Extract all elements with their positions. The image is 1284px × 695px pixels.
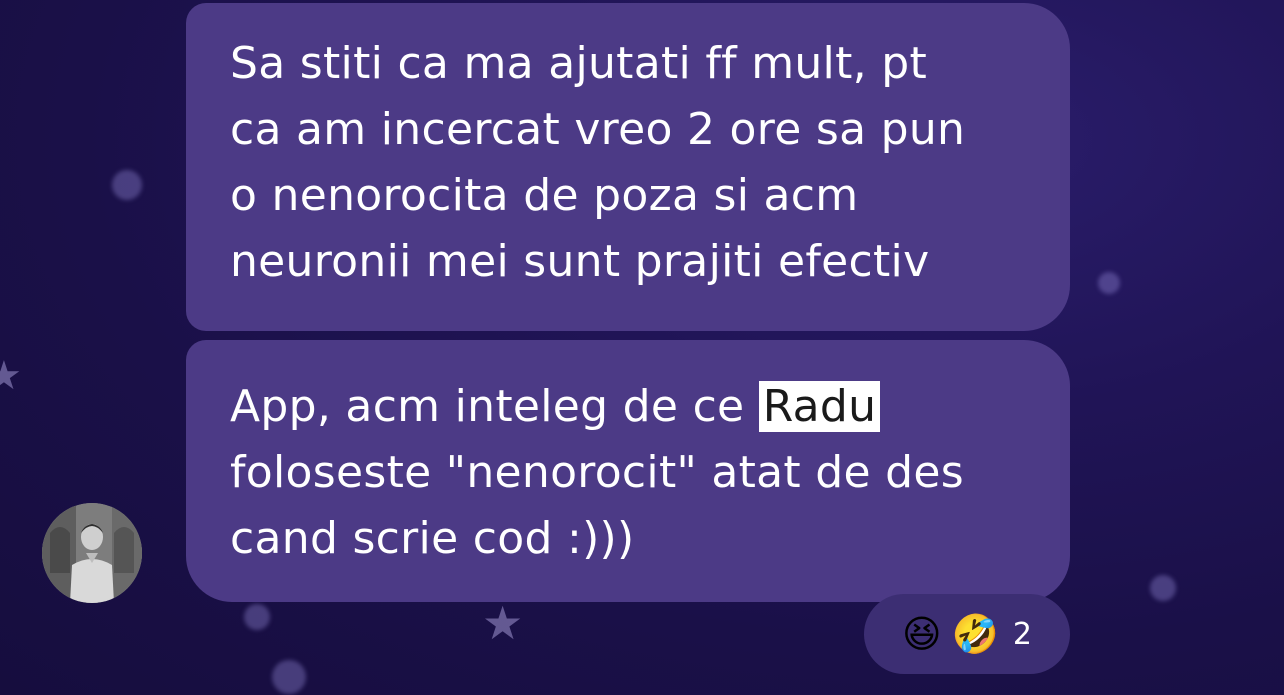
background-dot xyxy=(272,660,306,694)
reaction-count: 2 xyxy=(1012,616,1033,652)
message-bubble[interactable]: Sa stiti ca ma ajutati ff mult, pt ca am… xyxy=(186,3,1070,331)
reactions-pill[interactable]: 😆 🤣 2 xyxy=(864,594,1070,674)
background-star-icon: ★ xyxy=(0,353,22,399)
background-dot xyxy=(1098,272,1120,294)
message-text-line: App, acm inteleg de ce Radu xyxy=(230,374,1030,440)
grinning-squinting-face-icon: 😆 xyxy=(901,612,942,656)
message-text: App, acm inteleg de ce xyxy=(230,381,759,432)
message-text-line: neuronii mei sunt prajiti efectiv xyxy=(230,236,930,287)
background-dot xyxy=(112,170,142,200)
message-bubble[interactable]: App, acm inteleg de ce Radu foloseste "n… xyxy=(186,340,1070,602)
message-text-line: o nenorocita de poza si acm xyxy=(230,170,859,221)
message-text-line: cand scrie cod :))) xyxy=(230,513,635,564)
avatar-photo xyxy=(42,503,142,603)
background-dot xyxy=(244,604,270,630)
message-text-line: Sa stiti ca ma ajutati ff mult, pt xyxy=(230,38,927,89)
background-star-icon: ★ xyxy=(482,596,524,650)
avatar[interactable] xyxy=(42,503,142,603)
message-text-line: foloseste "nenorocit" atat de des xyxy=(230,447,964,498)
background-dot xyxy=(1150,575,1176,601)
message-text-line: ca am incercat vreo 2 ore sa pun xyxy=(230,104,966,155)
highlighted-name: Radu xyxy=(758,381,881,432)
rolling-on-floor-laughing-icon: 🤣 xyxy=(951,612,999,656)
